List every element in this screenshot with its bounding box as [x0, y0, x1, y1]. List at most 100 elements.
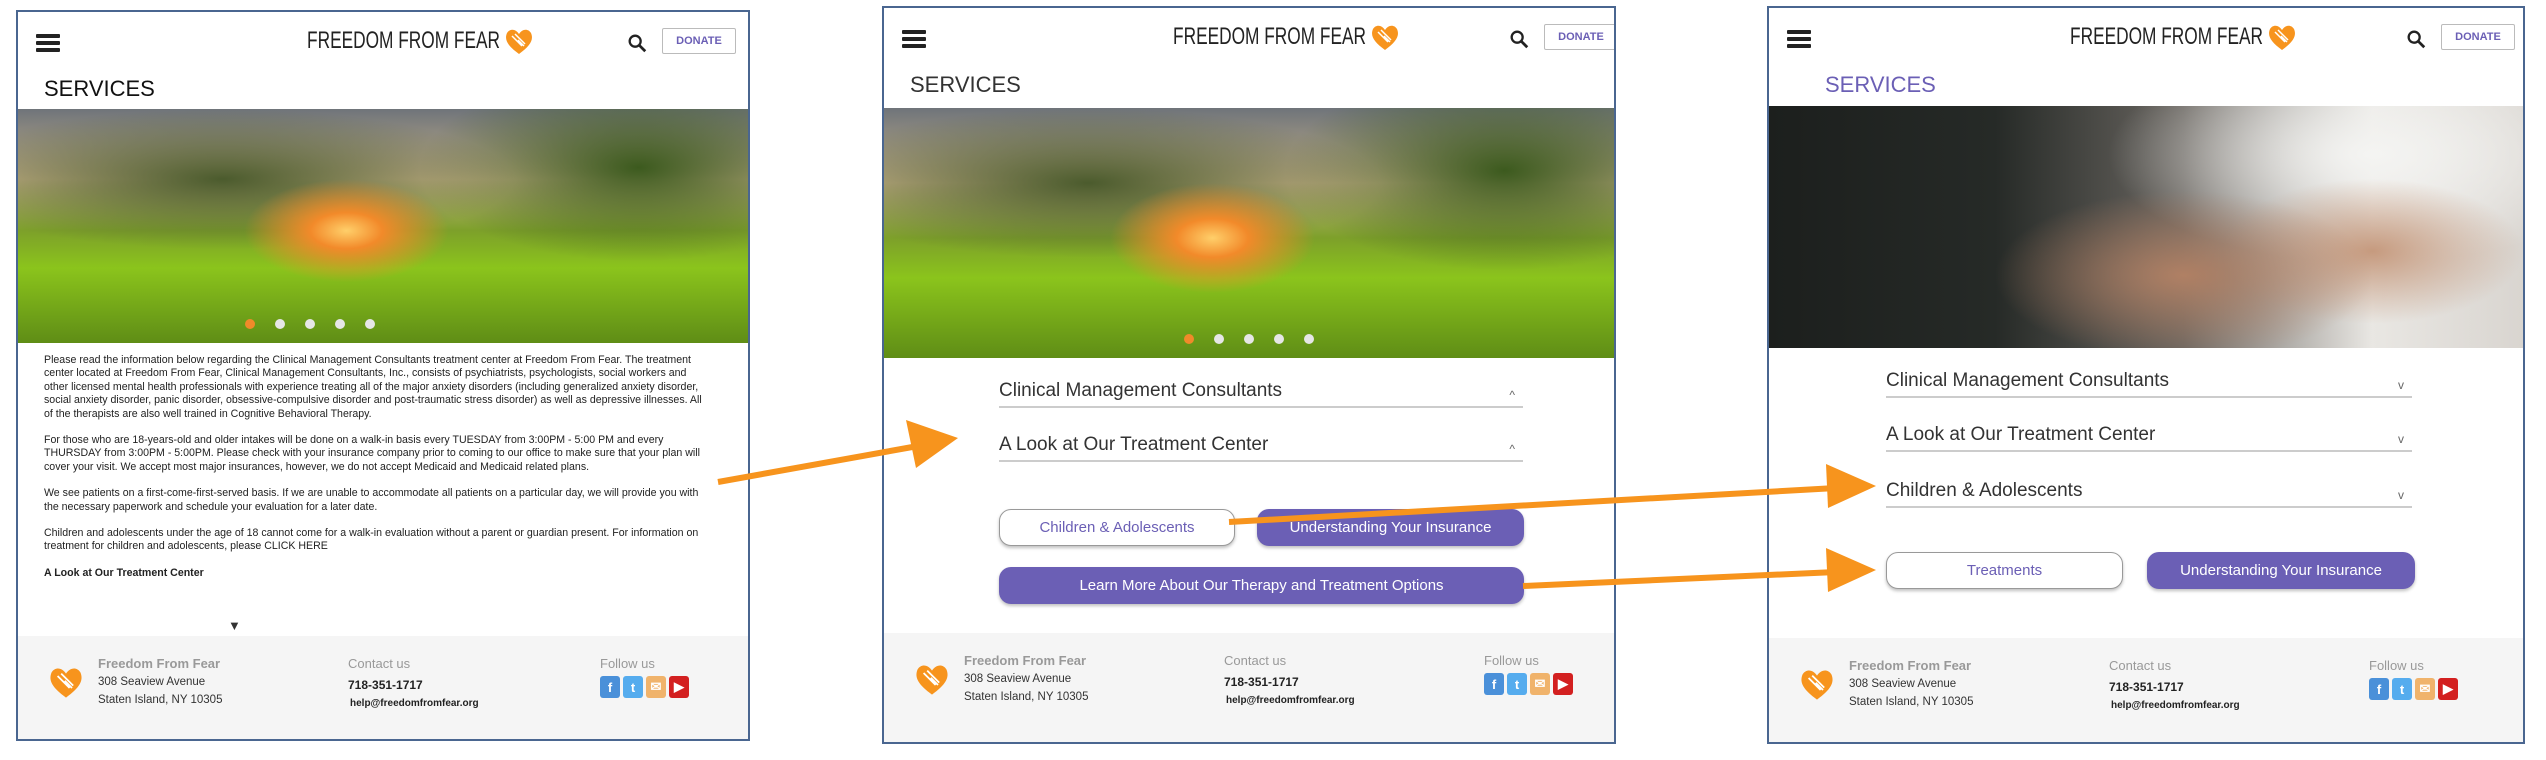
- carousel-dot[interactable]: [365, 319, 375, 329]
- treatments-button[interactable]: Treatments: [1886, 552, 2123, 589]
- heart-hands-logo-icon: [916, 665, 948, 695]
- chevron-down-icon: v: [2398, 378, 2404, 392]
- site-footer: Freedom From Fear 308 Seaview Avenue Sta…: [884, 633, 1614, 742]
- mockup-original-services-page: FREEDOM FROM FEAR DONATE SERVICES Please…: [16, 10, 750, 741]
- carousel-dot[interactable]: [1304, 334, 1314, 344]
- follow-heading: Follow us: [1484, 653, 1539, 668]
- email-icon[interactable]: ✉: [2415, 678, 2435, 700]
- carousel-dot[interactable]: [305, 319, 315, 329]
- accordion-clinical-management[interactable]: Clinical Management Consultants ^: [999, 380, 1523, 408]
- search-icon[interactable]: [626, 32, 650, 56]
- facebook-icon[interactable]: f: [2369, 678, 2389, 700]
- mockup-final-services-page: FREEDOM FROM FEAR DONATE SERVICES Clinic…: [1767, 6, 2525, 744]
- facebook-icon[interactable]: f: [600, 676, 620, 698]
- expand-arrow-icon[interactable]: ▼: [228, 618, 241, 633]
- social-icons: f t ✉ ▶: [600, 676, 689, 698]
- page-title: SERVICES: [44, 76, 155, 101]
- twitter-icon[interactable]: t: [2392, 678, 2412, 700]
- footer-address-line1: 308 Seaview Avenue: [98, 676, 206, 688]
- footer-org-name: Freedom From Fear: [964, 653, 1087, 668]
- heart-hands-logo-icon: [2269, 25, 2295, 50]
- hamburger-menu-icon[interactable]: [36, 34, 60, 52]
- twitter-icon[interactable]: t: [623, 676, 643, 698]
- heart-hands-logo-icon: [1372, 25, 1398, 50]
- donate-button[interactable]: DONATE: [662, 28, 736, 54]
- email-link[interactable]: help@freedomfromfear.org: [1226, 695, 1355, 706]
- chevron-up-icon: ^: [1509, 388, 1515, 402]
- donate-button[interactable]: DONATE: [2441, 24, 2515, 50]
- heart-hands-logo-icon: [50, 668, 82, 698]
- carousel-dots: [1184, 334, 1314, 344]
- hero-holding-hands-image: [1769, 106, 2523, 348]
- chevron-down-icon: v: [2398, 488, 2404, 502]
- accordion-clinical-management[interactable]: Clinical Management Consultants v: [1886, 370, 2412, 398]
- carousel-dot[interactable]: [1214, 334, 1224, 344]
- youtube-icon[interactable]: ▶: [669, 676, 689, 698]
- youtube-icon[interactable]: ▶: [1553, 673, 1573, 695]
- accordion-treatment-center[interactable]: A Look at Our Treatment Center v: [1886, 424, 2412, 452]
- email-icon[interactable]: ✉: [646, 676, 666, 698]
- footer-org-name: Freedom From Fear: [1849, 658, 1972, 673]
- heart-hands-logo-icon: [1801, 670, 1833, 700]
- hero-landscape-image: [884, 108, 1614, 358]
- carousel-dot[interactable]: [1184, 334, 1194, 344]
- site-logo[interactable]: FREEDOM FROM FEAR: [1995, 22, 2297, 52]
- carousel-dots: [245, 319, 375, 329]
- contact-heading: Contact us: [2109, 658, 2172, 673]
- site-header: FREEDOM FROM FEAR DONATE: [884, 8, 1614, 78]
- hamburger-menu-icon[interactable]: [902, 30, 926, 48]
- follow-heading: Follow us: [600, 656, 655, 671]
- phone-link[interactable]: 718-351-1717: [348, 678, 423, 692]
- section-heading: A Look at Our Treatment Center: [44, 566, 204, 579]
- hero-landscape-image: [18, 109, 748, 343]
- footer-address-line2: Staten Island, NY 10305: [98, 694, 223, 706]
- youtube-icon[interactable]: ▶: [2438, 678, 2458, 700]
- footer-address-line2: Staten Island, NY 10305: [1849, 696, 1974, 708]
- site-header: FREEDOM FROM FEAR DONATE: [1769, 8, 2523, 78]
- site-logo[interactable]: FREEDOM FROM FEAR: [1098, 22, 1400, 52]
- learn-more-therapy-button[interactable]: Learn More About Our Therapy and Treatme…: [999, 567, 1524, 604]
- social-icons: f t ✉ ▶: [1484, 673, 1573, 695]
- follow-heading: Follow us: [2369, 658, 2424, 673]
- phone-link[interactable]: 718-351-1717: [1224, 675, 1299, 689]
- search-icon[interactable]: [1508, 28, 1532, 52]
- footer-org-name: Freedom From Fear: [98, 656, 221, 671]
- services-body-text: Please read the information below regard…: [44, 354, 708, 580]
- accordion-children-adolescents[interactable]: Children & Adolescents v: [1886, 480, 2412, 508]
- email-link[interactable]: help@freedomfromfear.org: [350, 698, 479, 709]
- contact-heading: Contact us: [1224, 653, 1287, 668]
- paragraph: For those who are 18-years-old and older…: [44, 434, 700, 473]
- site-header: FREEDOM FROM FEAR DONATE: [18, 12, 748, 82]
- carousel-dot[interactable]: [245, 319, 255, 329]
- footer-address-line2: Staten Island, NY 10305: [964, 691, 1089, 703]
- paragraph: We see patients on a first-come-first-se…: [44, 487, 699, 513]
- twitter-icon[interactable]: t: [1507, 673, 1527, 695]
- chevron-up-icon: ^: [1509, 442, 1515, 456]
- paragraph: Children and adolescents under the age o…: [44, 527, 699, 553]
- email-link[interactable]: help@freedomfromfear.org: [2111, 700, 2240, 711]
- heart-hands-logo-icon: [506, 29, 532, 54]
- carousel-dot[interactable]: [335, 319, 345, 329]
- search-icon[interactable]: [2405, 28, 2429, 52]
- carousel-dot[interactable]: [1274, 334, 1284, 344]
- email-icon[interactable]: ✉: [1530, 673, 1550, 695]
- contact-heading: Contact us: [348, 656, 411, 671]
- understanding-insurance-button[interactable]: Understanding Your Insurance: [1257, 509, 1524, 546]
- carousel-dot[interactable]: [275, 319, 285, 329]
- page-title: SERVICES: [1825, 72, 1936, 97]
- understanding-insurance-button[interactable]: Understanding Your Insurance: [2147, 552, 2415, 589]
- paragraph: Please read the information below regard…: [44, 354, 702, 420]
- facebook-icon[interactable]: f: [1484, 673, 1504, 695]
- footer-address-line1: 308 Seaview Avenue: [1849, 678, 1957, 690]
- mockup-redesign-services-page: FREEDOM FROM FEAR DONATE SERVICES Clinic…: [882, 6, 1616, 744]
- chevron-down-icon: v: [2398, 432, 2404, 446]
- accordion-treatment-center[interactable]: A Look at Our Treatment Center ^: [999, 434, 1523, 462]
- carousel-dot[interactable]: [1244, 334, 1254, 344]
- hamburger-menu-icon[interactable]: [1787, 30, 1811, 48]
- phone-link[interactable]: 718-351-1717: [2109, 680, 2184, 694]
- children-adolescents-button[interactable]: Children & Adolescents: [999, 509, 1235, 546]
- site-logo[interactable]: FREEDOM FROM FEAR: [232, 26, 534, 56]
- site-footer: Freedom From Fear 308 Seaview Avenue Sta…: [18, 636, 748, 739]
- donate-button[interactable]: DONATE: [1544, 24, 1614, 50]
- page-title: SERVICES: [910, 72, 1021, 97]
